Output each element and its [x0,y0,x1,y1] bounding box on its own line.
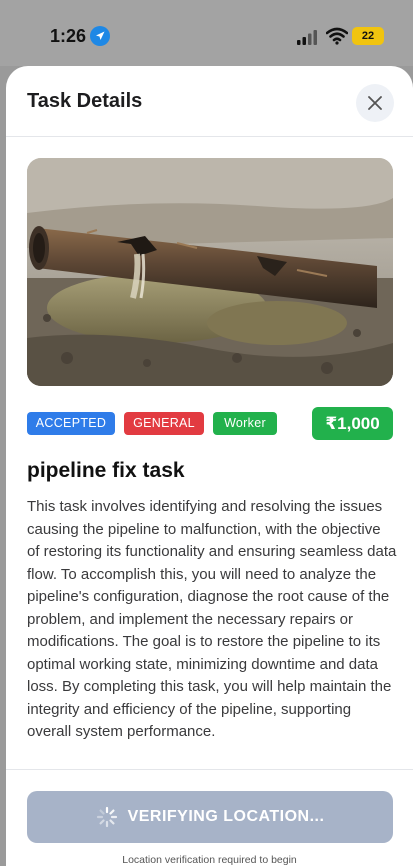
category-badge: GENERAL [124,412,204,435]
task-details-sheet: Task Details ACCEPTED GENERAL Worker ₹1,… [6,66,413,866]
spinner-icon [96,806,117,828]
verify-button-content: VERIFYING LOCATION... [27,791,393,843]
close-button[interactable] [356,84,394,122]
burst-pipeline-photo [27,158,393,386]
status-time: 1:26 [50,26,87,46]
signal-icon [297,29,319,45]
role-badge: Worker [213,412,277,435]
close-icon [368,96,382,110]
verify-button-label: VERIFYING LOCATION... [127,808,325,825]
content-divider [6,769,413,770]
status-badge-accepted: ACCEPTED [27,412,115,435]
location-arrow-icon [90,26,110,46]
verify-location-button[interactable]: VERIFYING LOCATION... [27,791,393,843]
task-description: This task involves identifying and resol… [27,498,397,740]
task-image [27,158,393,386]
wifi-icon [325,27,349,45]
task-title: pipeline fix task [27,459,185,482]
sheet-title: Task Details [27,90,143,112]
sheet-header: Task Details [6,66,413,137]
price-badge: ₹1,000 [312,407,393,440]
battery-icon: 22 [352,27,384,45]
location-verification-note: Location verification required to begin [122,854,297,866]
status-bar: 1:26 22 [0,0,413,66]
